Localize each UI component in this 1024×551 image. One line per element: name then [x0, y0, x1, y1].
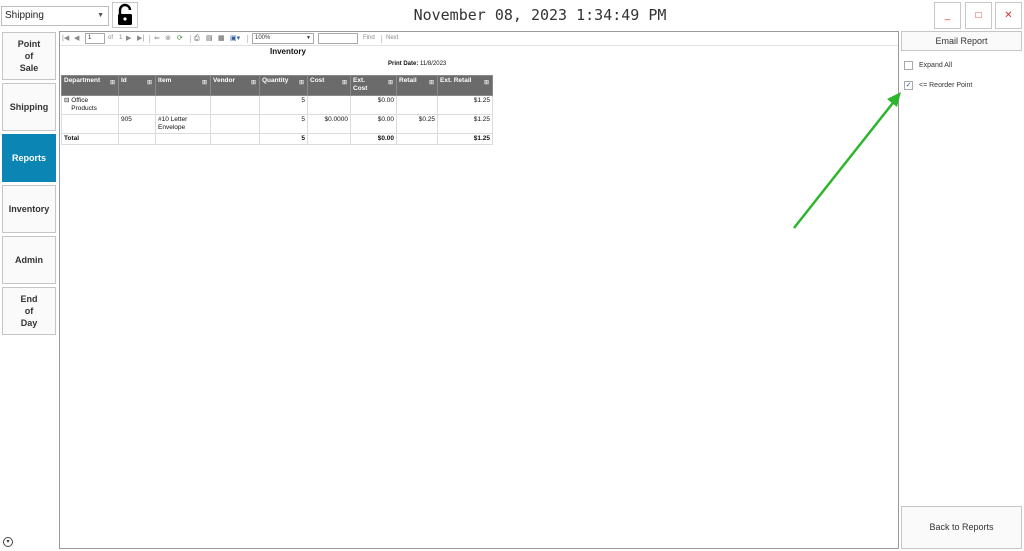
annotation-arrow	[793, 92, 901, 229]
